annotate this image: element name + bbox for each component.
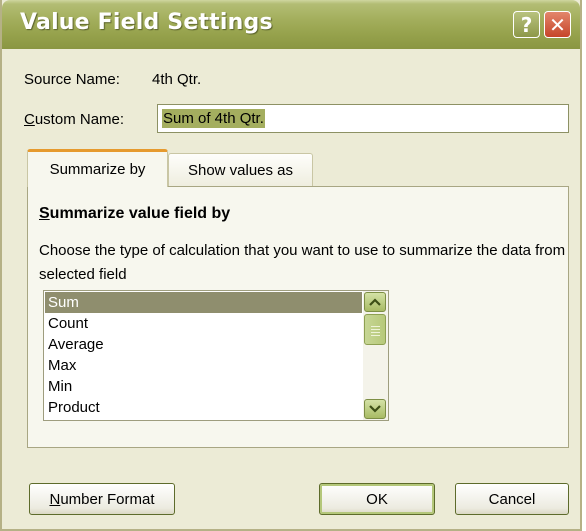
ok-label: OK (366, 490, 388, 508)
calculation-items: Sum Count Average Max Min Product (45, 292, 362, 418)
list-item-count[interactable]: Count (45, 313, 362, 334)
source-name-label: Source Name: (24, 71, 120, 88)
custom-name-label: Custom Name: (24, 111, 124, 128)
calculation-listbox[interactable]: Sum Count Average Max Min Product (43, 290, 389, 421)
value-field-settings-dialog: Value Field Settings ? ✕ Source Name: 4t… (0, 0, 582, 531)
dialog-title: Value Field Settings (20, 10, 273, 35)
close-icon: ✕ (549, 12, 566, 37)
help-button[interactable]: ? (513, 11, 540, 38)
chevron-down-icon (369, 405, 381, 413)
summarize-by-panel: Summarize value field by Choose the type… (27, 186, 569, 448)
custom-name-label-text: ustom Name: (34, 111, 125, 128)
custom-name-input-value: Sum of 4th Qtr. (162, 109, 265, 128)
ok-button[interactable]: OK (319, 483, 435, 515)
number-format-accesskey: N (49, 490, 61, 508)
list-item-average[interactable]: Average (45, 334, 362, 355)
tab-summarize-by-label: Summarize by (49, 161, 146, 178)
summarize-description: Choose the type of calculation that you … (39, 242, 566, 283)
summarize-heading-text: ummarize value field by (49, 205, 231, 222)
summarize-heading: Summarize value field by (39, 205, 230, 223)
scroll-up-button[interactable] (364, 292, 386, 312)
source-name-value: 4th Qtr. (152, 71, 202, 88)
list-item-max[interactable]: Max (45, 355, 362, 376)
listbox-scrollbar[interactable] (363, 291, 388, 420)
cancel-label: Cancel (488, 490, 536, 508)
list-item-sum[interactable]: Sum (45, 292, 362, 313)
scroll-down-button[interactable] (364, 399, 386, 419)
close-button[interactable]: ✕ (544, 11, 571, 38)
list-item-min[interactable]: Min (45, 376, 362, 397)
tab-show-values-as-label: Show values as (187, 162, 294, 179)
list-item-product[interactable]: Product (45, 397, 362, 418)
tab-summarize-by[interactable]: Summarize by (27, 149, 168, 187)
tab-show-values-as[interactable]: Show values as (168, 153, 313, 187)
title-bar[interactable]: Value Field Settings ? ✕ (2, 0, 580, 49)
chevron-up-icon (369, 298, 381, 306)
custom-name-accesskey: C (24, 111, 35, 128)
question-mark-icon: ? (520, 12, 533, 37)
cancel-button[interactable]: Cancel (455, 483, 569, 515)
number-format-button[interactable]: Number Format (29, 483, 175, 515)
custom-name-input[interactable]: Sum of 4th Qtr. (157, 104, 569, 133)
number-format-label: umber Format (60, 490, 155, 508)
summarize-heading-accesskey: S (39, 205, 50, 222)
scroll-thumb[interactable] (364, 314, 386, 345)
